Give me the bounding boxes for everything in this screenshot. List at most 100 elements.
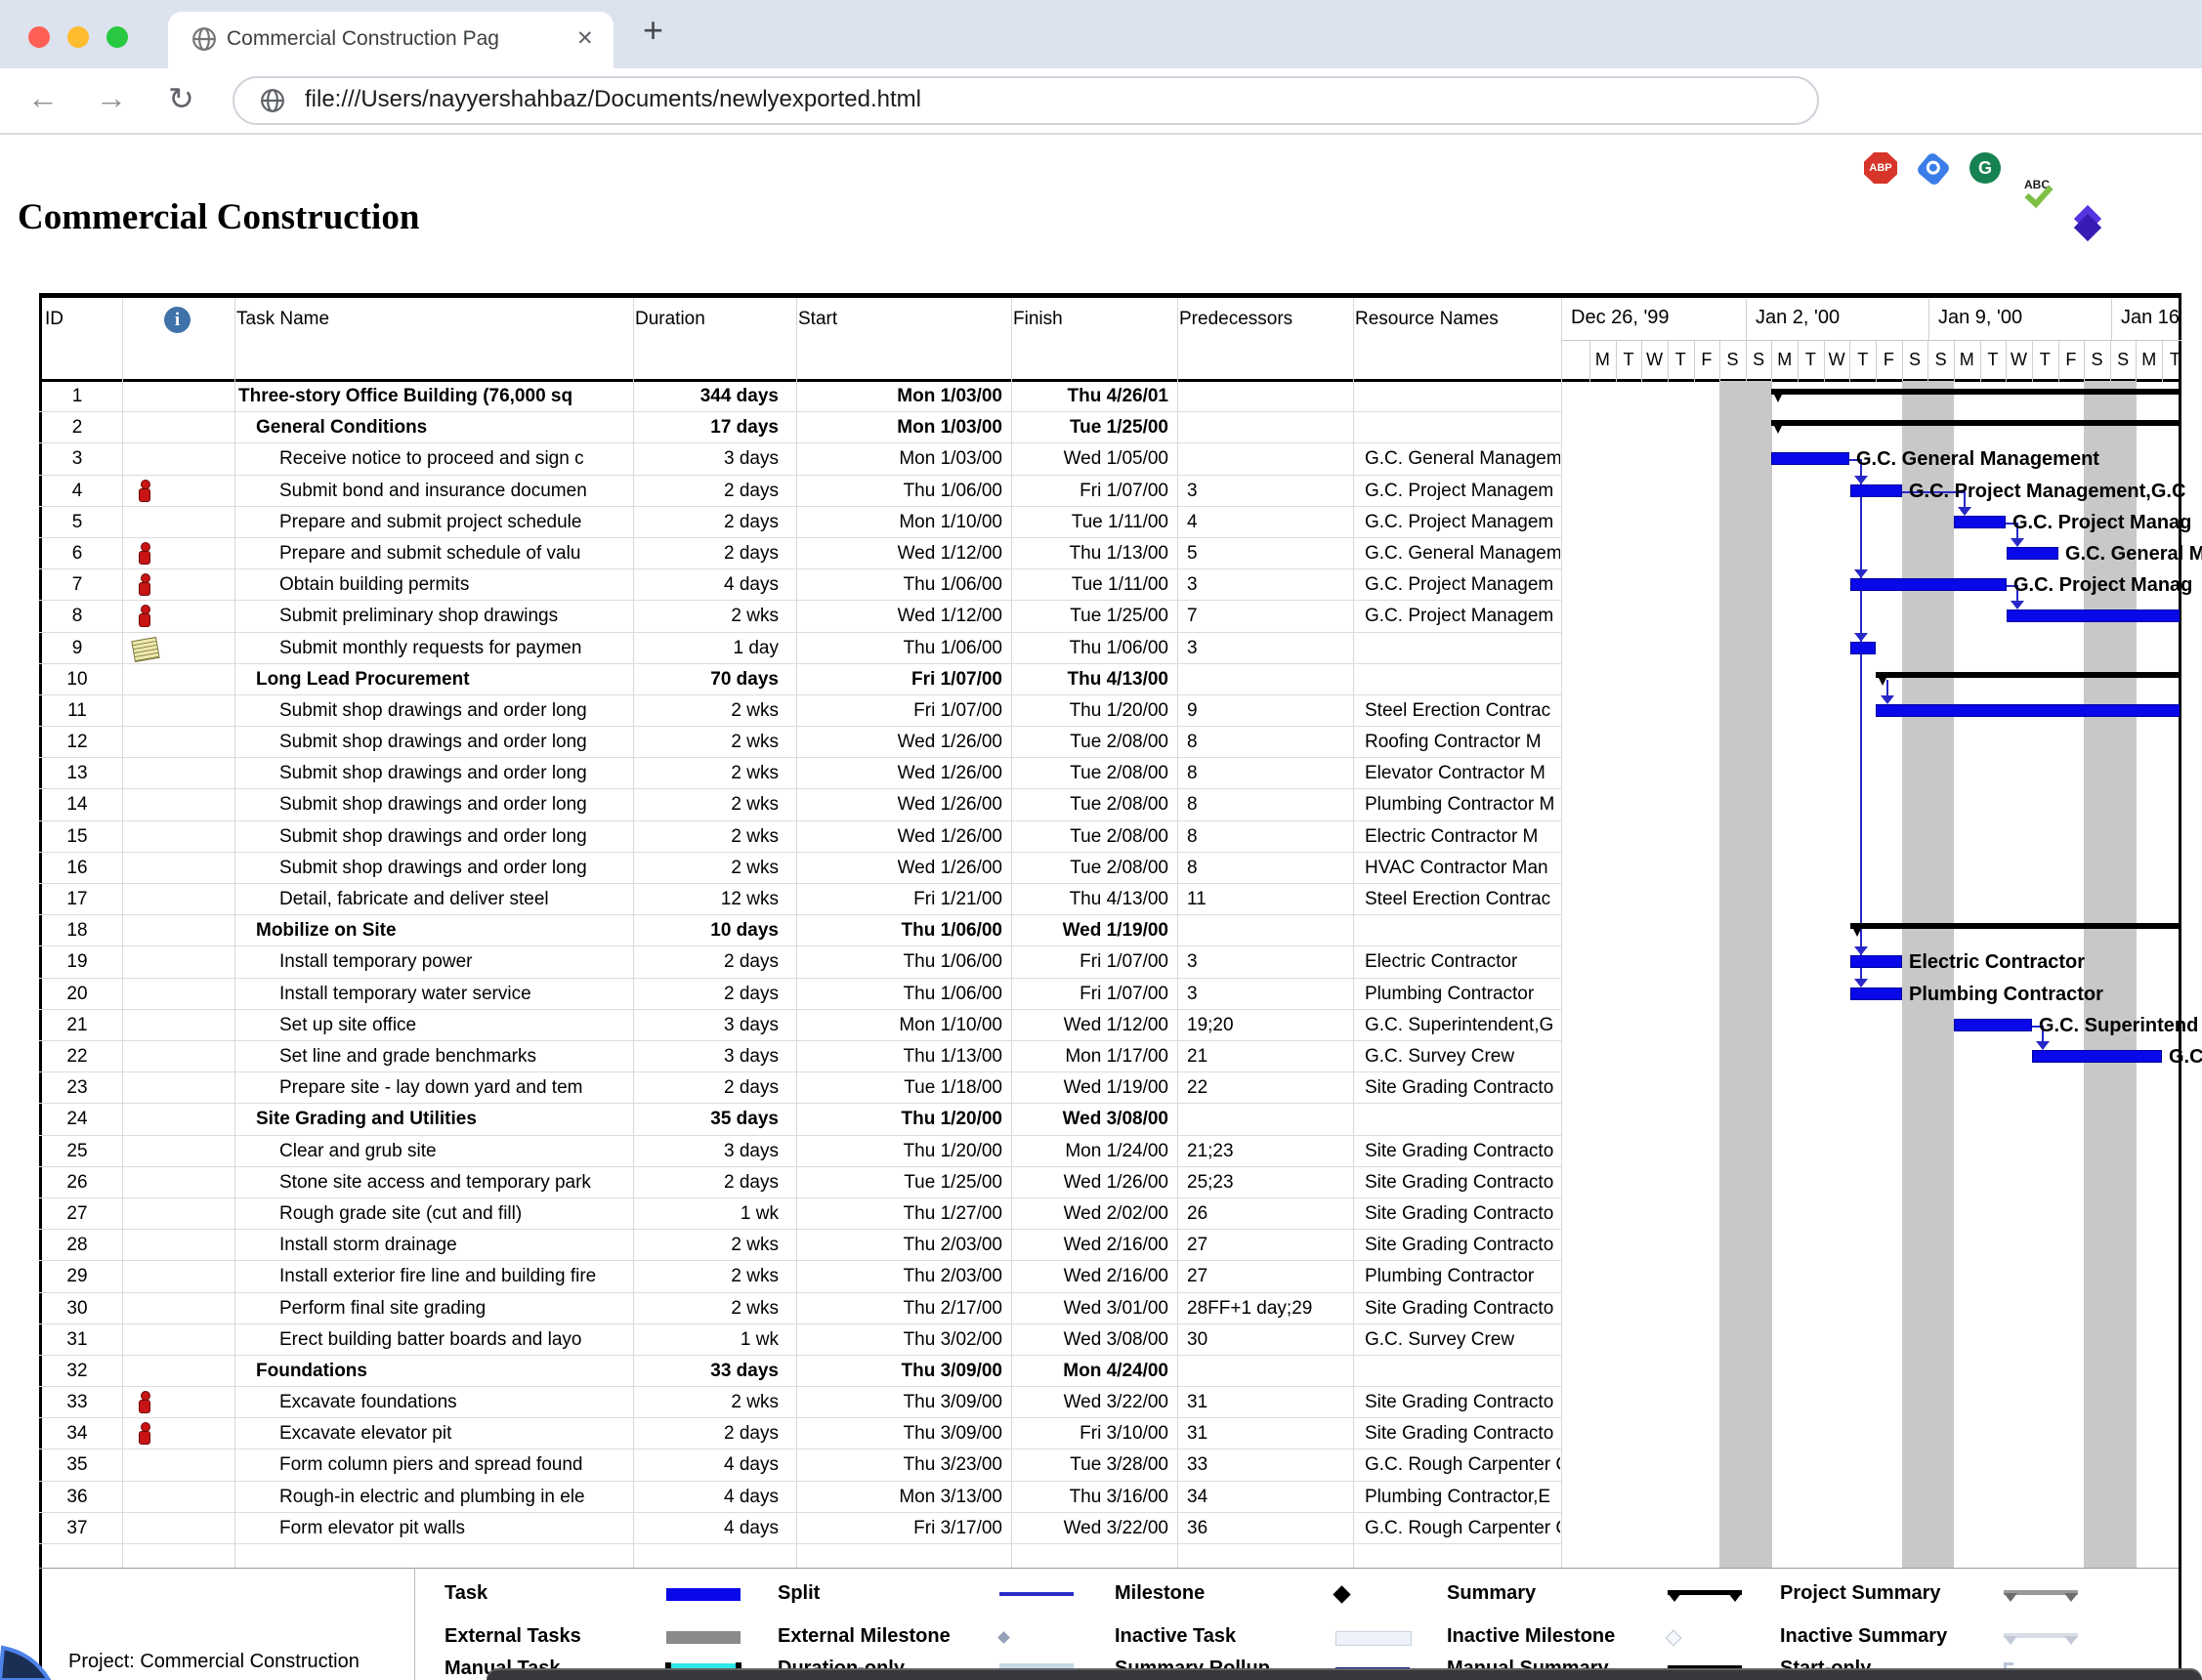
table-row: 26Stone site access and temporary park2 … (39, 1167, 1561, 1198)
summary-start-cap (1850, 923, 1864, 937)
task-bar (1850, 578, 2007, 591)
cell-task: Three-story Office Building (76,000 sq (238, 386, 572, 409)
cell-id: 9 (39, 638, 115, 661)
cell-finish: Tue 2/08/00 (1002, 858, 1168, 881)
cell-resources: G.C. General Managem (1365, 543, 1560, 567)
cell-start: Wed 1/26/00 (787, 826, 1002, 850)
cell-task: Site Grading and Utilities (256, 1109, 477, 1132)
overallocated-resource-icon (139, 605, 150, 628)
minimize-window-button[interactable] (67, 26, 89, 48)
tab-favicon-globe-icon (191, 26, 217, 52)
cell-start: Tue 1/18/00 (787, 1077, 1002, 1101)
adblock-plus-extension-icon[interactable]: ABP (1864, 152, 1897, 184)
day-letter: M (1771, 350, 1798, 370)
back-button[interactable]: ← (27, 80, 59, 116)
site-info-globe-icon[interactable] (260, 88, 285, 113)
link-arrow (2011, 538, 2024, 547)
cell-start: Thu 1/27/00 (787, 1203, 1002, 1227)
spellcheck-extension-icon[interactable]: ABC (2020, 178, 2055, 209)
cell-start: Mon 1/03/00 (787, 448, 1002, 472)
cell-start: Wed 1/26/00 (787, 794, 1002, 818)
table-top-border (39, 293, 2181, 298)
cell-start: Thu 1/06/00 (787, 574, 1002, 598)
cell-start: Thu 1/06/00 (787, 481, 1002, 504)
col-header-duration: Duration (635, 309, 705, 330)
cell-id: 10 (39, 669, 115, 693)
url-text[interactable]: file:///Users/nayyershahbaz/Documents/ne… (305, 86, 921, 113)
cell-resources: Plumbing Contractor,E (1365, 1487, 1560, 1510)
grammarly-extension-icon[interactable]: G (1969, 152, 2001, 184)
cell-task: Submit shop drawings and order long (279, 858, 587, 881)
zoom-window-button[interactable] (106, 26, 128, 48)
forward-button[interactable]: → (96, 80, 127, 116)
cell-id: 26 (39, 1172, 115, 1196)
cell-start: Fri 1/21/00 (787, 889, 1002, 912)
legend-top-line (39, 1568, 2179, 1569)
day-letter: T (2032, 350, 2058, 370)
cell-duration: 10 days (633, 920, 779, 944)
cell-finish: Tue 1/25/00 (1002, 606, 1168, 629)
cell-start: Thu 1/06/00 (787, 920, 1002, 944)
cell-task: Submit monthly requests for paymen (279, 638, 581, 661)
week-separator (1928, 299, 1929, 340)
legend-label-external: External Tasks (445, 1625, 581, 1648)
link-line (1860, 459, 1862, 979)
week-separator (1746, 299, 1747, 340)
cell-resources (1365, 638, 1560, 661)
table-row: 8Submit preliminary shop drawings2 wksWe… (39, 601, 1561, 632)
link-line (2016, 523, 2018, 539)
cell-duration: 2 days (633, 512, 779, 535)
cell-duration: 2 days (633, 481, 779, 504)
reload-button[interactable]: ↻ (168, 80, 194, 117)
cell-predecessors: 3 (1187, 574, 1198, 598)
cell-duration: 2 days (633, 543, 779, 567)
cell-duration: 12 wks (633, 889, 779, 912)
table-row: 36Rough-in electric and plumbing in ele4… (39, 1482, 1561, 1513)
table-row: 1Three-story Office Building (76,000 sq3… (39, 381, 1561, 412)
cell-start: Thu 2/03/00 (787, 1235, 1002, 1258)
legend-label-task: Task (445, 1582, 487, 1605)
cell-finish: Mon 4/24/00 (1002, 1361, 1168, 1384)
cell-predecessors: 8 (1187, 732, 1198, 755)
cell-duration: 2 wks (633, 1266, 779, 1289)
cell-resources: Plumbing Contractor M (1365, 794, 1560, 818)
table-row: 21Set up site office3 daysMon 1/10/00Wed… (39, 1010, 1561, 1041)
cell-duration: 70 days (633, 669, 779, 693)
price-tag-extension-icon[interactable] (1916, 151, 1952, 188)
cell-predecessors: 3 (1187, 481, 1198, 504)
overallocated-resource-icon (139, 573, 150, 597)
cell-id: 33 (39, 1392, 115, 1415)
cell-resources: HVAC Contractor Man (1365, 858, 1560, 881)
cell-resources: G.C. Project Managem (1365, 512, 1560, 535)
cell-id: 18 (39, 920, 115, 944)
cell-finish: Thu 4/26/01 (1002, 386, 1168, 409)
cell-id: 32 (39, 1361, 115, 1384)
cell-resources: Electric Contractor (1365, 951, 1560, 975)
cell-finish: Thu 4/13/00 (1002, 889, 1168, 912)
task-bar (1771, 452, 1849, 465)
cell-resources: Plumbing Contractor (1365, 1266, 1560, 1289)
cell-predecessors: 28FF+1 day;29 (1187, 1298, 1312, 1322)
day-letter: T (1616, 350, 1642, 370)
cell-id: 37 (39, 1518, 115, 1541)
legend-swatch-task (666, 1588, 741, 1601)
address-bar[interactable]: file:///Users/nayyershahbaz/Documents/ne… (233, 76, 1819, 125)
new-tab-button[interactable]: + (643, 10, 663, 51)
cell-finish: Wed 3/22/00 (1002, 1392, 1168, 1415)
table-row: 34Excavate elevator pit2 daysThu 3/09/00… (39, 1418, 1561, 1449)
cell-id: 36 (39, 1487, 115, 1510)
cell-duration: 2 wks (633, 1298, 779, 1322)
cell-task: Submit shop drawings and order long (279, 794, 587, 818)
cell-duration: 33 days (633, 1361, 779, 1384)
cell-finish: Mon 1/17/00 (1002, 1046, 1168, 1070)
purple-layers-extension-icon[interactable] (2071, 209, 2104, 242)
tab-close-icon[interactable]: ✕ (576, 26, 594, 51)
close-window-button[interactable] (28, 26, 50, 48)
cell-start: Fri 1/07/00 (787, 669, 1002, 693)
browser-tab[interactable]: Commercial Construction Pag ✕ (168, 12, 614, 68)
cell-duration: 2 days (633, 1423, 779, 1447)
cell-duration: 2 wks (633, 794, 779, 818)
cell-start: Fri 1/07/00 (787, 700, 1002, 724)
cell-finish: Tue 2/08/00 (1002, 794, 1168, 818)
cell-resources: Steel Erection Contrac (1365, 700, 1560, 724)
